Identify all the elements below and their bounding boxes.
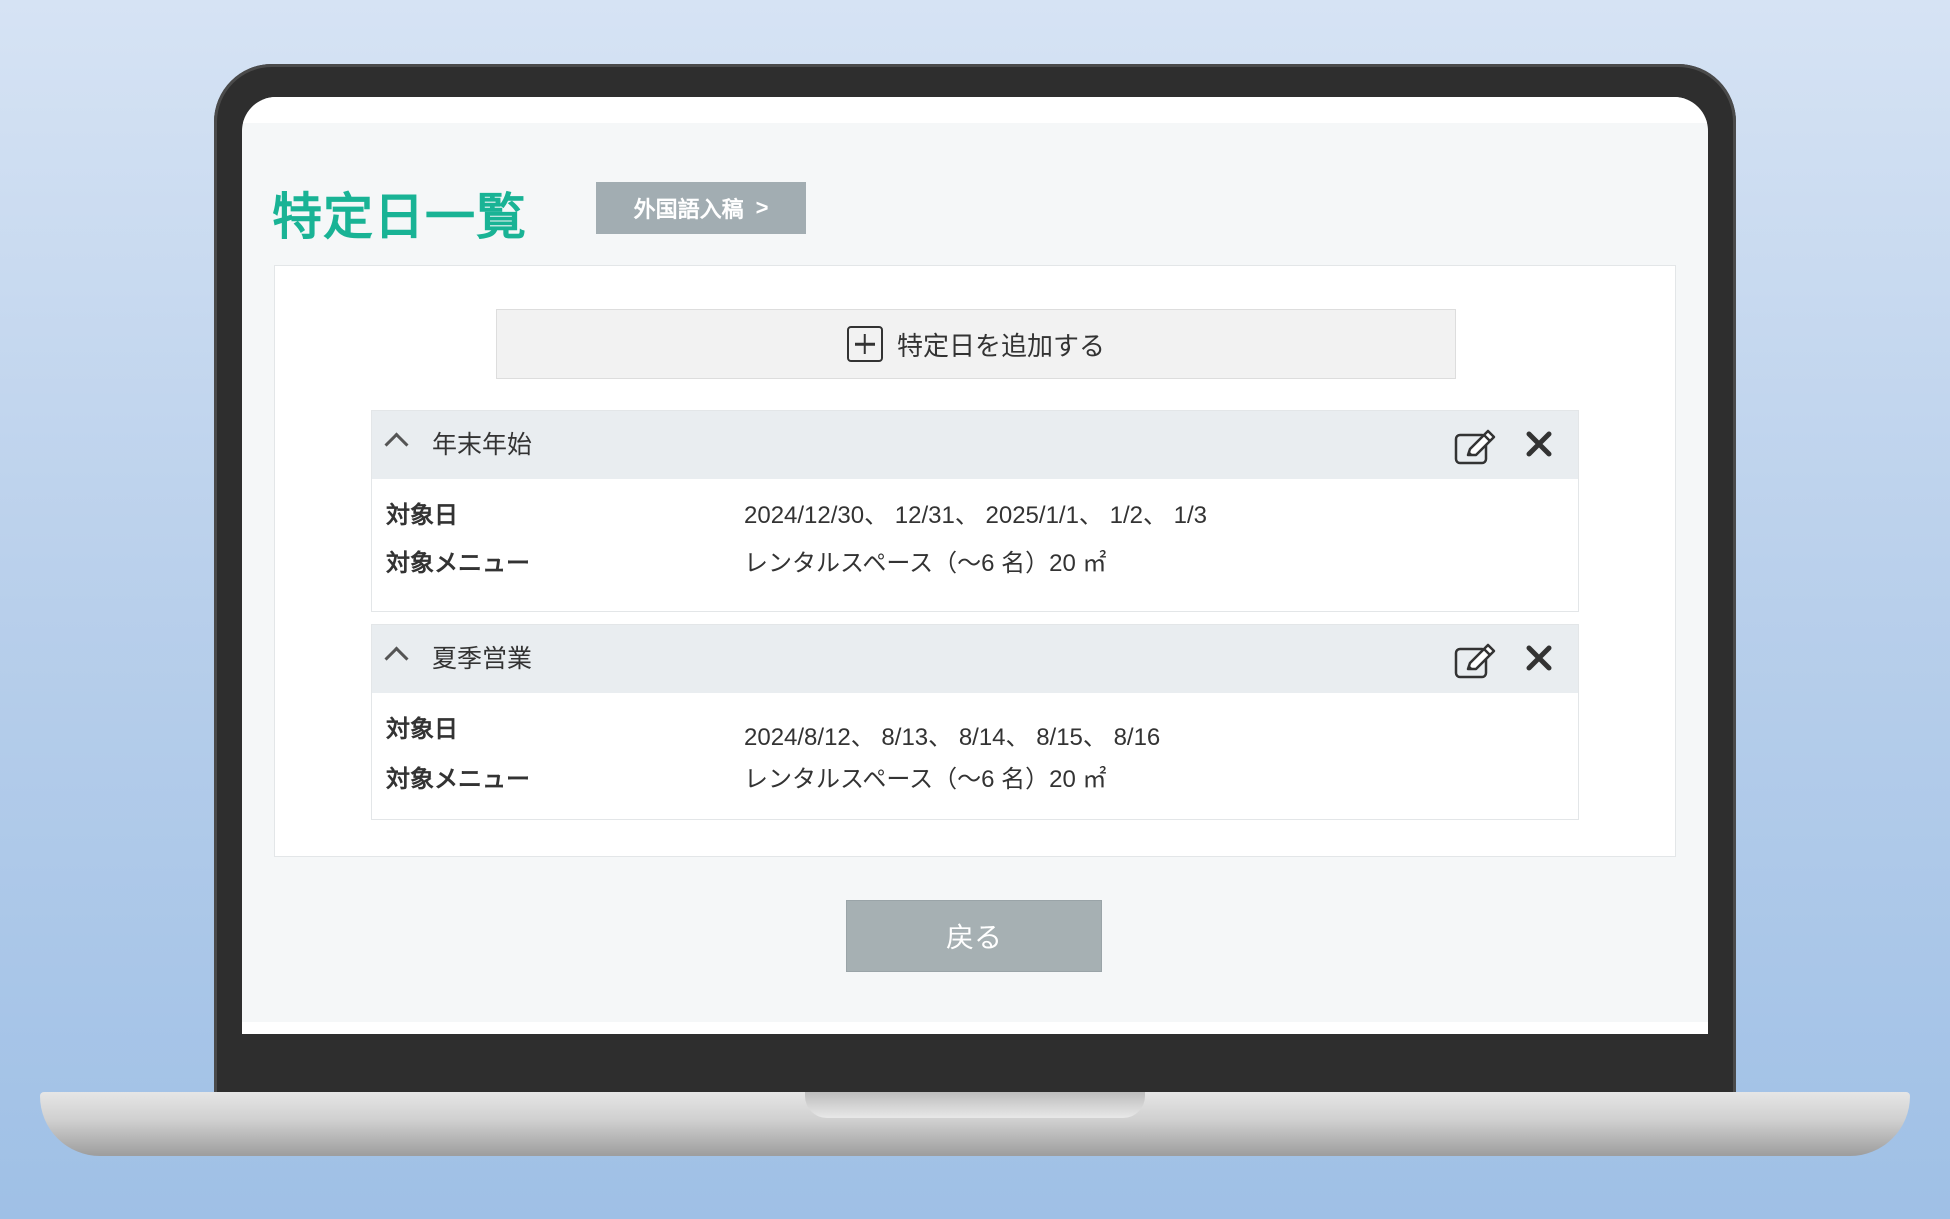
foreign-language-button[interactable]: 外国語入稿 >	[596, 182, 806, 234]
close-icon[interactable]	[1524, 429, 1554, 459]
foreign-language-label: 外国語入稿	[633, 197, 744, 222]
chevron-right-icon: >	[755, 195, 769, 220]
target-date-label: 対象日	[386, 715, 458, 743]
target-menu-label: 対象メニュー	[386, 765, 530, 793]
card-header[interactable]: 夏季営業	[372, 625, 1578, 693]
page-title: 特定日一覧	[272, 188, 527, 246]
screen-top-bar	[242, 97, 1708, 123]
edit-icon[interactable]	[1454, 429, 1498, 465]
edit-icon[interactable]	[1454, 643, 1498, 679]
close-icon[interactable]	[1524, 643, 1554, 673]
special-days-panel: 特定日を追加する 年末年始 対象日 2024/12/30、 12/31、 202…	[274, 265, 1676, 857]
card-header[interactable]: 年末年始	[372, 411, 1578, 479]
app-screen: 特定日一覧 外国語入稿 > 特定日を追加する 年末年始 対象日 2024/12/…	[242, 97, 1708, 1034]
plus-square-icon	[846, 326, 883, 362]
screen-bottom-bar	[242, 1022, 1708, 1034]
special-day-card: 夏季営業 対象日 2024/8/12、 8/13、 8/14、 8/15、 8/…	[371, 624, 1579, 820]
back-button-label: 戻る	[945, 921, 1002, 954]
laptop-notch	[805, 1092, 1145, 1118]
target-menu-value: レンタルスペース（～6 名）20 ㎡	[744, 550, 1107, 577]
target-date-value: 2024/8/12、 8/13、 8/14、 8/15、 8/16	[744, 724, 1161, 751]
target-date-label: 対象日	[386, 501, 458, 529]
target-date-value: 2024/12/30、 12/31、 2025/1/1、 1/2、 1/3	[744, 502, 1207, 529]
card-title: 夏季営業	[432, 644, 533, 673]
target-menu-value: レンタルスペース（～6 名）20 ㎡	[744, 766, 1107, 793]
chevron-up-icon[interactable]	[384, 432, 409, 457]
card-title: 年末年始	[432, 430, 533, 459]
add-special-day-button[interactable]: 特定日を追加する	[496, 309, 1456, 379]
back-button[interactable]: 戻る	[846, 900, 1102, 972]
special-day-card: 年末年始 対象日 2024/12/30、 12/31、 2025/1/1、 1/…	[371, 410, 1579, 612]
chevron-up-icon[interactable]	[384, 646, 409, 671]
add-special-day-label: 特定日を追加する	[896, 331, 1105, 362]
target-menu-label: 対象メニュー	[386, 549, 530, 577]
